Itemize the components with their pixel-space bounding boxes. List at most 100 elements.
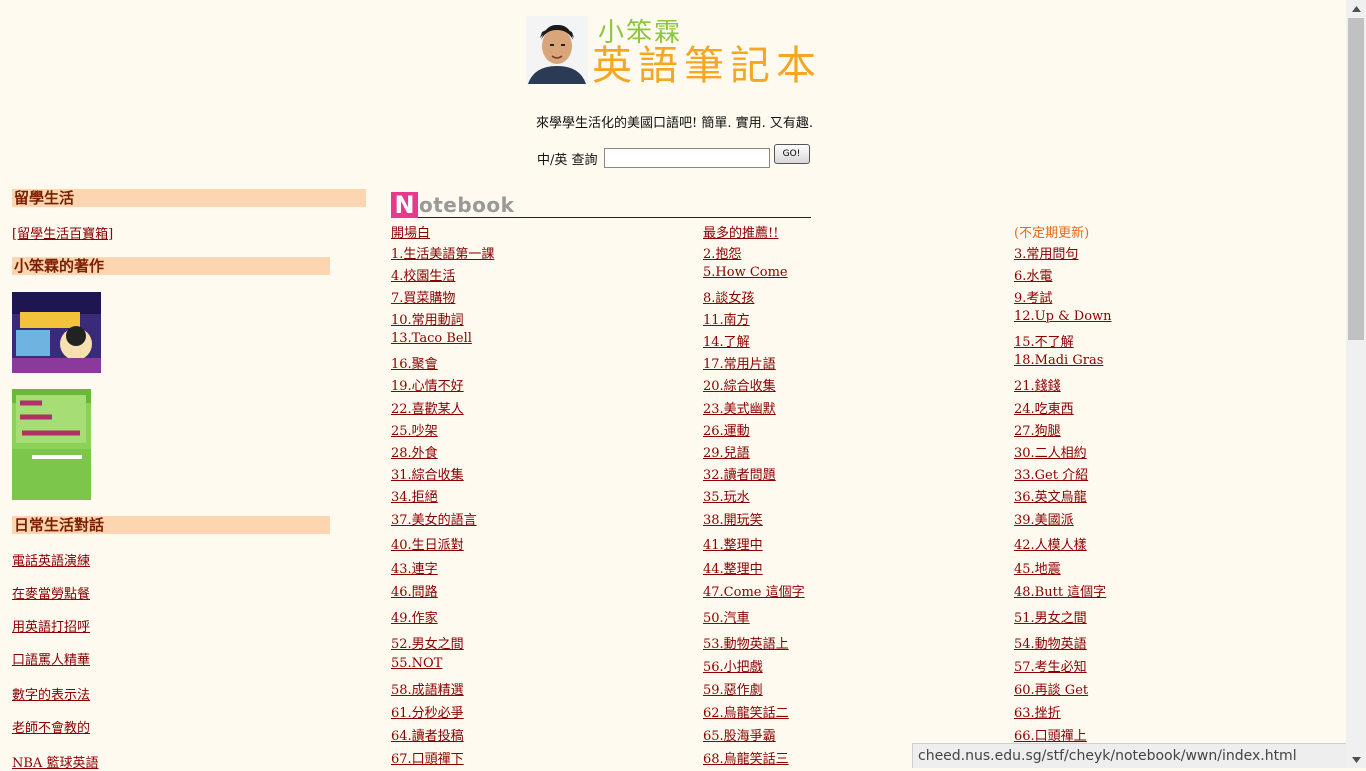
lesson-link[interactable]: 1.生活美語第一課: [391, 243, 494, 262]
most-recommended-link[interactable]: 最多的推薦!!: [703, 222, 778, 241]
scrollbar-thumb[interactable]: [1348, 18, 1364, 340]
left-link-mcdonalds[interactable]: 在麥當勞點餐: [12, 583, 90, 602]
lesson-link[interactable]: 24.吃東西: [1014, 398, 1074, 417]
lesson-link[interactable]: 53.動物英語上: [703, 633, 789, 652]
lesson-link[interactable]: 7.買菜購物: [391, 287, 455, 306]
lesson-link[interactable]: 11.南方: [703, 309, 750, 328]
lesson-link[interactable]: 17.常用片語: [703, 353, 776, 372]
lesson-link[interactable]: 45.地震: [1014, 558, 1061, 577]
lesson-link[interactable]: 8.談女孩: [703, 287, 754, 306]
lesson-link[interactable]: 26.運動: [703, 420, 750, 439]
left-link-nba[interactable]: NBA 籃球英語: [12, 752, 98, 771]
lesson-link[interactable]: 16.聚會: [391, 353, 438, 372]
lesson-link[interactable]: 5.How Come: [703, 265, 788, 280]
lesson-link[interactable]: 57.考生必知: [1014, 656, 1087, 675]
lesson-link[interactable]: 62.烏龍笑話二: [703, 702, 789, 721]
study-abroad-toolbox-link[interactable]: [留學生活百寶箱]: [12, 223, 113, 242]
lesson-link[interactable]: 3.常用問句: [1014, 243, 1078, 262]
lesson-link[interactable]: 29.兒語: [703, 442, 750, 461]
notebook-logo: N otebook: [391, 192, 811, 218]
lesson-link[interactable]: 6.水電: [1014, 265, 1052, 284]
vertical-scrollbar[interactable]: [1346, 0, 1366, 768]
section-study-abroad: 留學生活: [12, 189, 366, 207]
lesson-link[interactable]: 23.美式幽默: [703, 398, 776, 417]
lesson-link[interactable]: 47.Come 這個字: [703, 581, 805, 600]
lesson-link[interactable]: 43.連字: [391, 558, 438, 577]
lesson-row: 37.美女的語言 38.開玩笑 39.美國派: [391, 509, 1341, 528]
lesson-link[interactable]: 9.考試: [1014, 287, 1052, 306]
lesson-link[interactable]: 63.挫折: [1014, 702, 1061, 721]
lesson-link[interactable]: 25.吵架: [391, 420, 438, 439]
lesson-link[interactable]: 61.分秒必爭: [391, 702, 464, 721]
lesson-link[interactable]: 40.生日派對: [391, 534, 464, 553]
lesson-row: 49.作家 50.汽車 51.男女之間: [391, 607, 1341, 626]
lesson-link[interactable]: 20.綜合收集: [703, 375, 776, 394]
lesson-link[interactable]: 59.惡作劇: [703, 679, 763, 698]
lesson-link[interactable]: 46.問路: [391, 581, 438, 600]
lesson-link[interactable]: 58.成語精選: [391, 679, 464, 698]
lesson-link[interactable]: 54.動物英語: [1014, 633, 1087, 652]
lesson-link[interactable]: 22.喜歡某人: [391, 398, 464, 417]
lesson-link[interactable]: 48.Butt 這個字: [1014, 581, 1106, 600]
lesson-link[interactable]: 30.二人相約: [1014, 442, 1087, 461]
lesson-link[interactable]: 10.常用動詞: [391, 309, 464, 328]
lesson-link[interactable]: 4.校園生活: [391, 265, 455, 284]
scroll-down-arrow-icon[interactable]: [1346, 751, 1366, 768]
lesson-link[interactable]: 13.Taco Bell: [391, 331, 472, 346]
lesson-row: 1.生活美語第一課 2.抱怨 3.常用問句: [391, 243, 1341, 262]
go-button[interactable]: GO!: [773, 144, 810, 164]
site-title: 英語筆記本: [592, 43, 822, 89]
lesson-link[interactable]: 32.讀者問題: [703, 464, 776, 483]
left-link-greetings[interactable]: 用英語打招呼: [12, 616, 90, 635]
left-link-not-taught[interactable]: 老師不會教的: [12, 717, 90, 736]
scroll-up-arrow-icon[interactable]: [1346, 0, 1366, 17]
lesson-link[interactable]: 52.男女之間: [391, 633, 464, 652]
lesson-row: 34.拒絕 35.玩水 36.英文烏龍: [391, 486, 1341, 505]
lesson-link[interactable]: 31.綜合收集: [391, 464, 464, 483]
lesson-link[interactable]: 50.汽車: [703, 607, 750, 626]
lesson-link[interactable]: 38.開玩笑: [703, 509, 763, 528]
lesson-link[interactable]: 19.心情不好: [391, 375, 464, 394]
lesson-link[interactable]: 41.整理中: [703, 534, 763, 553]
update-note: (不定期更新): [1014, 226, 1090, 241]
left-link-phone-english[interactable]: 電話英語演練: [12, 550, 90, 569]
lesson-link[interactable]: 28.外食: [391, 442, 438, 461]
lesson-link[interactable]: 56.小把戲: [703, 656, 763, 675]
lesson-link[interactable]: 65.股海爭霸: [703, 725, 776, 744]
search-input[interactable]: [603, 148, 770, 168]
lesson-link[interactable]: 44.整理中: [703, 558, 763, 577]
lesson-link[interactable]: 27.狗腿: [1014, 420, 1061, 439]
lesson-row: 19.心情不好 20.綜合收集 21.錢錢: [391, 375, 1341, 394]
lesson-row: 58.成語精選 59.惡作劇 60.再談 Get: [391, 679, 1341, 698]
lesson-link[interactable]: 34.拒絕: [391, 486, 438, 505]
site-header: 小笨霖 英語筆記本: [526, 14, 846, 89]
book-cover-1[interactable]: [12, 292, 101, 373]
section-author-books: 小笨霖的著作: [12, 257, 330, 275]
left-link-swearing[interactable]: 口語罵人精華: [12, 649, 90, 668]
lesson-link[interactable]: 18.Madi Gras: [1014, 353, 1103, 368]
lesson-link[interactable]: 36.英文烏龍: [1014, 486, 1087, 505]
lesson-link[interactable]: 64.讀者投稿: [391, 725, 464, 744]
lesson-link[interactable]: 12.Up & Down: [1014, 309, 1112, 324]
lesson-link[interactable]: 55.NOT: [391, 656, 442, 671]
lesson-link[interactable]: 42.人模人樣: [1014, 534, 1087, 553]
lesson-row: 4.校園生活 5.How Come 6.水電: [391, 265, 1341, 284]
lesson-link[interactable]: 51.男女之間: [1014, 607, 1087, 626]
lesson-link[interactable]: 68.烏龍笑話三: [703, 748, 789, 767]
lesson-link[interactable]: 2.抱怨: [703, 243, 741, 262]
lesson-link[interactable]: 60.再談 Get: [1014, 679, 1088, 698]
lesson-link[interactable]: 39.美國派: [1014, 509, 1074, 528]
intro-link[interactable]: 開場白: [391, 222, 430, 241]
lesson-link[interactable]: 67.口頭禪下: [391, 748, 464, 767]
lesson-link[interactable]: 37.美女的語言: [391, 509, 477, 528]
lesson-link[interactable]: 14.了解: [703, 331, 750, 350]
lesson-link[interactable]: 66.口頭禪上: [1014, 725, 1087, 744]
lesson-link[interactable]: 15.不了解: [1014, 331, 1074, 350]
lesson-link[interactable]: 35.玩水: [703, 486, 750, 505]
left-link-numbers[interactable]: 數字的表示法: [12, 684, 90, 703]
book-cover-2[interactable]: [12, 389, 91, 500]
status-bar-url: cheed.nus.edu.sg/stf/cheyk/notebook/wwn/…: [912, 743, 1346, 768]
lesson-link[interactable]: 33.Get 介紹: [1014, 464, 1088, 483]
lesson-link[interactable]: 21.錢錢: [1014, 375, 1061, 394]
lesson-link[interactable]: 49.作家: [391, 607, 438, 626]
